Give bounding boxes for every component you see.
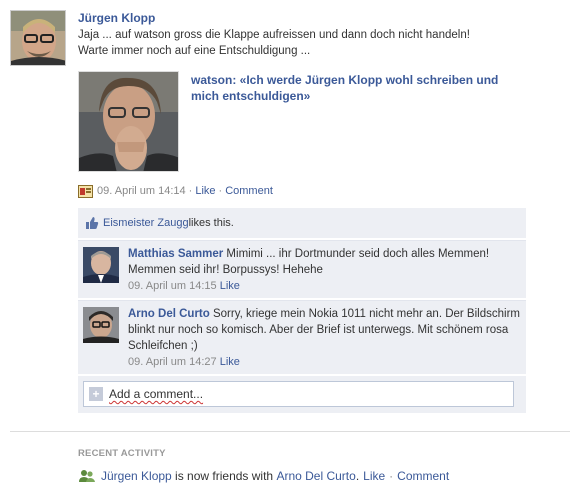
activity-comment-link[interactable]: Comment: [397, 469, 449, 483]
feedback-section: Eismeister Zaugg likes this. Matthias Sa…: [78, 208, 526, 413]
post-author-name[interactable]: Jürgen Klopp: [78, 11, 568, 25]
attachment-title-line-1: watson: «Ich werde Jürgen Klopp wohl sch…: [191, 73, 499, 87]
commenter-avatar[interactable]: [83, 307, 119, 343]
activity-separator: ·: [389, 469, 394, 483]
comment-author[interactable]: Matthias Sammer: [128, 248, 223, 260]
likes-summary: Eismeister Zaugg likes this.: [78, 208, 526, 238]
application-icon: [78, 184, 93, 198]
recent-activity-heading: RECENT ACTIVITY: [78, 448, 166, 459]
commenter-photo: [83, 247, 119, 283]
post-comment-link[interactable]: Comment: [225, 184, 273, 198]
commenter-avatar[interactable]: [83, 247, 119, 283]
plus-icon: +: [89, 387, 103, 401]
activity-actor[interactable]: Jürgen Klopp: [101, 469, 172, 483]
activity-target[interactable]: Arno Del Curto: [276, 469, 355, 483]
post-message-line-2: Warte immer noch auf eine Entschuldigung…: [78, 45, 311, 57]
recent-activity-item: Jürgen Klopp is now friends with Arno De…: [78, 468, 449, 484]
liker-name[interactable]: Eismeister Zaugg: [103, 217, 189, 229]
post-timestamp[interactable]: 09. April um 14:14: [97, 184, 186, 198]
avatar-photo: [11, 11, 65, 65]
attachment-photo: [79, 72, 178, 171]
add-comment-input[interactable]: + Add a comment...: [83, 381, 514, 407]
comment-item: Arno Del Curto Sorry, kriege mein Nokia …: [78, 300, 526, 374]
add-comment-row: + Add a comment...: [78, 376, 526, 413]
likes-suffix: likes this.: [188, 217, 234, 229]
comment-meta: 09. April um 14:27 Like: [128, 354, 520, 370]
friends-icon: [79, 470, 95, 482]
attachment-thumbnail[interactable]: [78, 71, 179, 172]
post-message: Jaja ... auf watson gross die Klappe auf…: [78, 27, 568, 59]
comment-like-link[interactable]: Like: [220, 280, 240, 292]
attachment-title-line-2: mich entschuldigen»: [191, 89, 311, 103]
post-content: Jürgen Klopp Jaja ... auf watson gross d…: [78, 11, 568, 59]
attachment-title[interactable]: watson: «Ich werde Jürgen Klopp wohl sch…: [191, 72, 541, 104]
comment-timestamp[interactable]: 09. April um 14:27: [128, 356, 217, 368]
comment-body: Arno Del Curto Sorry, kriege mein Nokia …: [128, 306, 520, 354]
meta-separator: ·: [218, 185, 223, 197]
section-divider: [10, 431, 570, 432]
thumbs-up-icon: [86, 217, 99, 229]
post-like-link[interactable]: Like: [195, 184, 215, 198]
comment-body: Matthias Sammer Mimimi ... ihr Dortmunde…: [128, 246, 520, 278]
comment-timestamp[interactable]: 09. April um 14:15: [128, 280, 217, 292]
meta-separator: ·: [188, 185, 193, 197]
activity-middle-text: is now friends with: [171, 469, 277, 483]
post-message-line-1: Jaja ... auf watson gross die Klappe auf…: [78, 29, 470, 41]
comment-like-link[interactable]: Like: [220, 356, 240, 368]
comment-author[interactable]: Arno Del Curto: [128, 308, 210, 320]
post-author-avatar[interactable]: [10, 10, 66, 66]
activity-like-link[interactable]: Like: [363, 469, 385, 483]
commenter-photo: [83, 307, 119, 343]
comment-meta: 09. April um 14:15 Like: [128, 278, 520, 294]
add-comment-placeholder: Add a comment...: [109, 387, 204, 401]
post-meta: 09. April um 14:14 · Like · Comment: [78, 184, 273, 198]
comment-item: Matthias Sammer Mimimi ... ihr Dortmunde…: [78, 240, 526, 298]
activity-end-text: .: [355, 469, 360, 483]
link-attachment: watson: «Ich werde Jürgen Klopp wohl sch…: [78, 71, 548, 173]
